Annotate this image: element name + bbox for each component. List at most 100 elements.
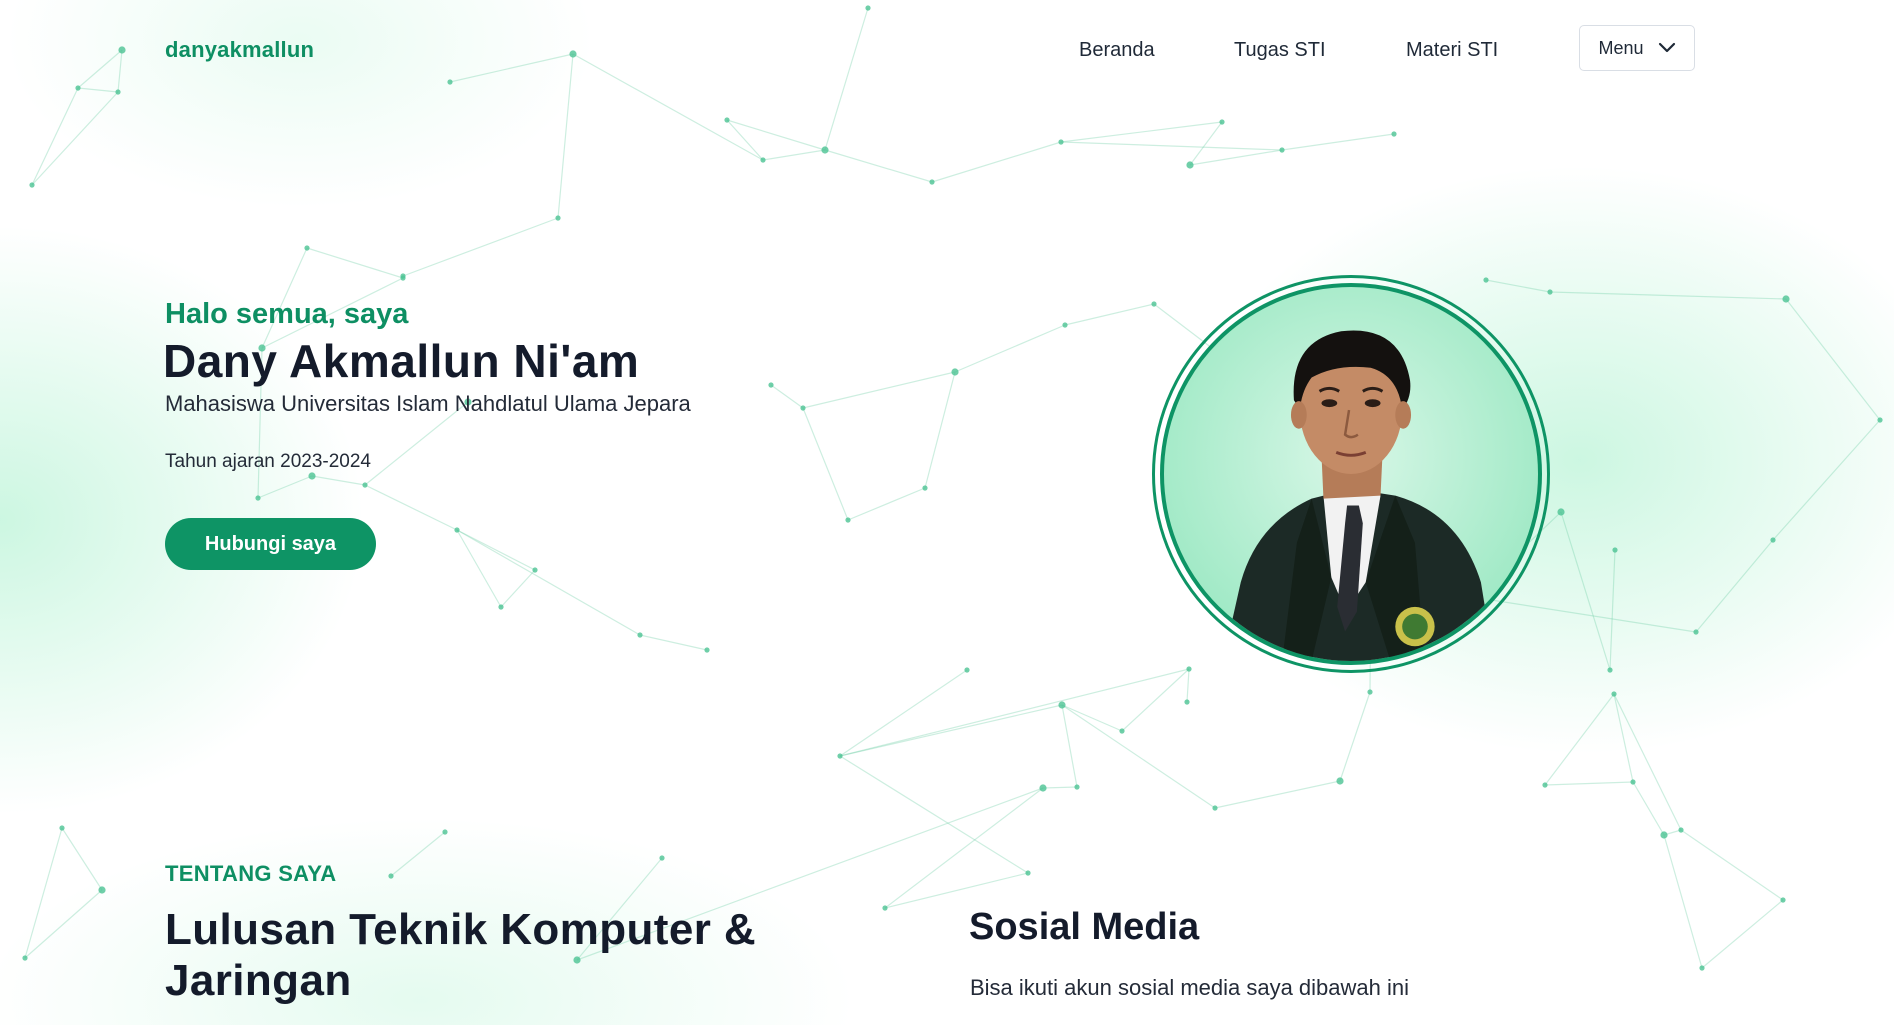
menu-button-label: Menu: [1598, 37, 1644, 58]
network-node: [1039, 784, 1047, 792]
network-node: [1780, 897, 1786, 903]
nav-link-materi-sti[interactable]: Materi STI: [1406, 39, 1498, 62]
page: danyakmallun Beranda Tugas STI Materi ST…: [0, 0, 1894, 1025]
network-line: [1186, 668, 1190, 703]
network-node: [1483, 277, 1489, 283]
network-line: [24, 889, 103, 959]
network-node: [964, 667, 970, 673]
network-line: [802, 371, 956, 409]
network-node: [724, 117, 730, 123]
hero-greeting: Halo semua, saya: [165, 298, 409, 330]
network-node: [555, 215, 561, 221]
network-node: [1877, 417, 1883, 423]
network-line: [839, 755, 1029, 874]
network-node: [1391, 131, 1397, 137]
network-line: [1560, 511, 1611, 671]
network-line: [24, 827, 63, 959]
network-line: [1785, 298, 1881, 421]
network-node: [704, 647, 710, 653]
network-line: [77, 49, 123, 89]
network-line: [1042, 786, 1078, 789]
network-line: [1613, 693, 1682, 831]
network-node: [1612, 547, 1618, 553]
network-line: [1549, 291, 1787, 300]
network-node: [304, 245, 310, 251]
network-node: [768, 382, 774, 388]
network-node: [1630, 779, 1636, 785]
network-line: [839, 668, 1190, 757]
network-node: [1699, 965, 1705, 971]
network-line: [884, 787, 1044, 909]
network-node: [637, 632, 643, 638]
network-node: [1025, 870, 1031, 876]
network-line: [1061, 704, 1078, 788]
network-node: [922, 485, 928, 491]
network-node: [362, 482, 368, 488]
network-line: [1189, 149, 1283, 166]
nav-link-tugas-sti[interactable]: Tugas STI: [1234, 39, 1326, 62]
network-node: [1367, 689, 1373, 695]
social-media-description: Bisa ikuti akun sosial media saya dibawa…: [970, 975, 1410, 1000]
network-node: [800, 405, 806, 411]
network-node: [400, 275, 406, 281]
network-line: [557, 53, 574, 219]
network-line: [924, 371, 956, 489]
social-media-title: Sosial Media: [969, 906, 1200, 948]
network-node: [1186, 161, 1194, 169]
portrait-illustration: [1223, 330, 1494, 661]
chevron-down-icon: [1658, 42, 1676, 54]
network-line: [306, 247, 404, 279]
menu-dropdown-button[interactable]: Menu: [1579, 25, 1695, 71]
network-line: [1632, 781, 1665, 836]
network-line: [311, 475, 366, 486]
network-line: [1060, 121, 1223, 143]
network-line: [1544, 781, 1634, 786]
academic-year: Tahun ajaran 2023-2024: [165, 451, 372, 472]
network-node: [22, 955, 28, 961]
network-line: [1544, 693, 1615, 786]
network-line: [1680, 829, 1784, 901]
network-line: [1609, 549, 1616, 671]
hero-name: Dany Akmallun Ni'am: [163, 335, 640, 387]
network-node: [845, 517, 851, 523]
network-node: [454, 527, 460, 533]
network-node: [1547, 289, 1553, 295]
network-node: [1557, 508, 1565, 516]
network-node: [865, 5, 871, 11]
network-node: [569, 50, 577, 58]
network-line: [456, 529, 641, 636]
profile-photo: [1160, 283, 1542, 665]
network-node: [1058, 139, 1064, 145]
network-node: [821, 146, 829, 154]
contact-me-button[interactable]: Hubungi saya: [165, 518, 376, 570]
network-line: [1663, 834, 1703, 969]
nav-link-beranda[interactable]: Beranda: [1079, 39, 1155, 62]
network-line: [1064, 303, 1155, 326]
network-line: [1061, 704, 1123, 732]
network-line: [770, 384, 804, 409]
network-node: [1336, 777, 1344, 785]
network-line: [61, 827, 103, 891]
network-line: [1214, 780, 1341, 809]
network-line: [257, 475, 313, 499]
network-line: [572, 53, 764, 161]
about-title: Lulusan Teknik Komputer & Jaringan: [165, 905, 757, 1005]
network-line: [449, 53, 574, 83]
brand-logo-link[interactable]: danyakmallun: [165, 37, 314, 63]
network-line: [931, 141, 1062, 183]
network-node: [929, 179, 935, 185]
network-node: [308, 472, 316, 480]
network-line: [117, 49, 123, 93]
network-node: [1611, 691, 1617, 697]
network-line: [1772, 419, 1881, 541]
network-line: [1061, 704, 1216, 809]
network-line: [77, 87, 119, 93]
network-line: [1121, 668, 1190, 732]
network-node: [1782, 295, 1790, 303]
network-node: [951, 368, 959, 376]
about-section-label: TENTANG SAYA: [165, 861, 337, 886]
profile-photo-frame: [1152, 275, 1550, 673]
network-node: [75, 85, 81, 91]
network-node: [1279, 147, 1285, 153]
network-node: [659, 855, 665, 861]
